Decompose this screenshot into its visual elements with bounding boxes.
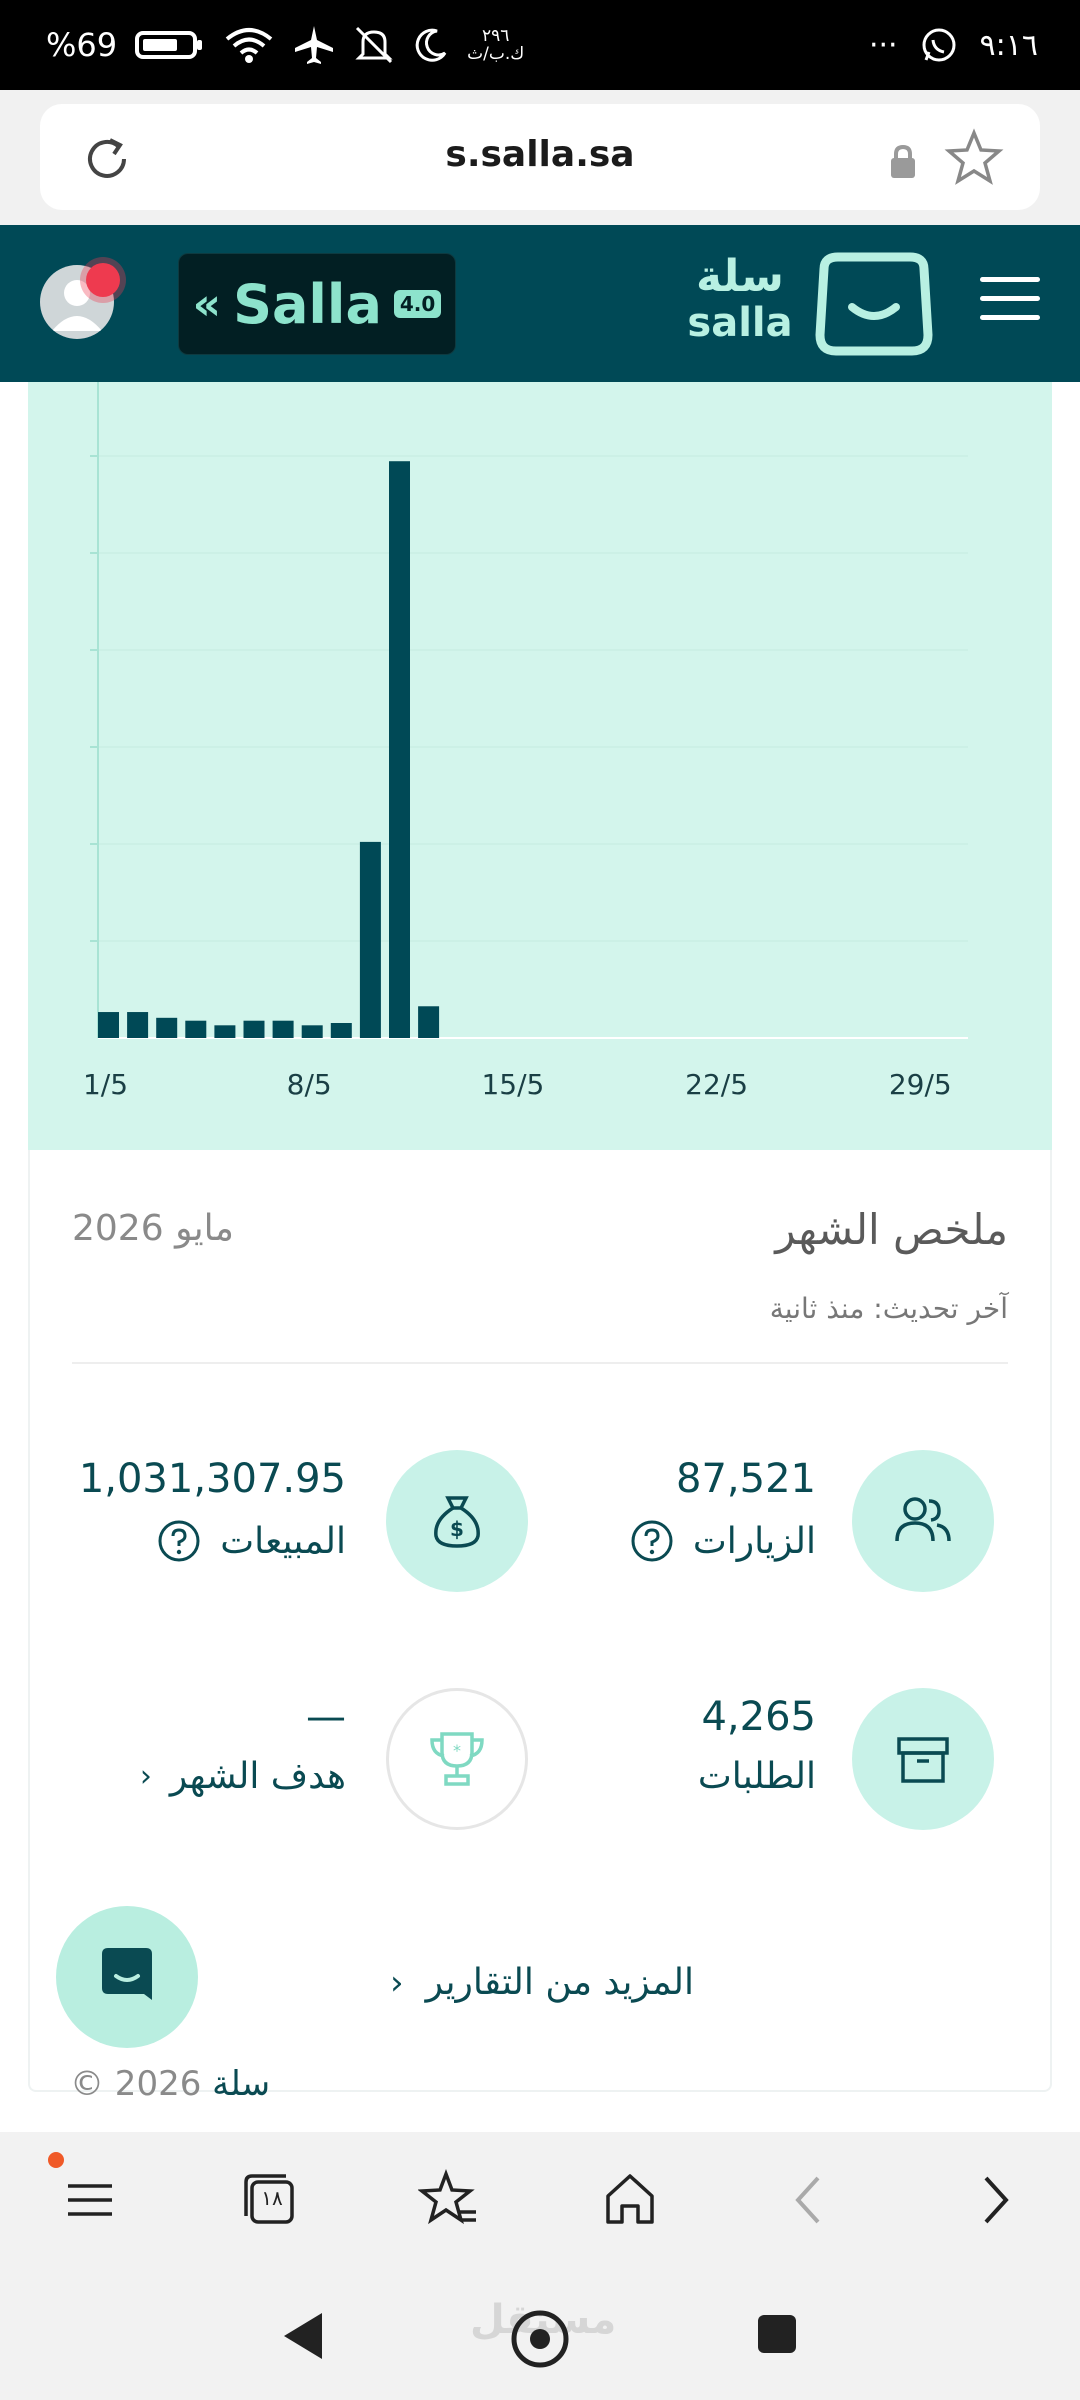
x-tick-label: 29/5: [889, 1068, 952, 1101]
network-speed-unit: ك.ب/ث: [467, 44, 525, 64]
orders-value: 4,265: [701, 1694, 816, 1740]
x-tick-label: 8/5: [287, 1068, 332, 1101]
sales-icon-circle: $: [386, 1450, 528, 1592]
visits-icon-circle: [852, 1450, 994, 1592]
chat-support-button[interactable]: [56, 1906, 198, 2048]
sales-label-row: المبيعات: [156, 1518, 346, 1564]
summary-month: مايو 2026: [72, 1208, 234, 1249]
network-speed: ٢٩٦ ك.ب/ث: [467, 27, 524, 63]
x-tick-label: 1/5: [83, 1068, 128, 1101]
daily-chart: 1/5 8/5 15/5 22/5 29/5: [28, 382, 1052, 1150]
tabs-button[interactable]: ١٨: [238, 2168, 302, 2232]
home-icon[interactable]: [598, 2168, 662, 2232]
orders-label: الطلبات: [697, 1756, 816, 1797]
double-chevron-icon: «: [192, 278, 222, 330]
badge-version: 4.0: [393, 290, 442, 318]
chart-bar-3-5[interactable]: [156, 1017, 178, 1038]
chart-bar-8-5[interactable]: [301, 1025, 323, 1038]
browser-toolbar: s.salla.sa: [0, 90, 1080, 225]
chart-bar-7-5[interactable]: [272, 1020, 294, 1038]
more-reports-link[interactable]: المزيد من التقارير ‹: [390, 1962, 694, 2003]
chart-bar-12-5[interactable]: [418, 1006, 440, 1038]
lock-icon: [891, 144, 915, 178]
chevron-left-icon: ‹: [390, 1962, 404, 2003]
users-icon: [895, 1497, 951, 1542]
visits-value: 87,521: [676, 1456, 816, 1502]
moon-icon: [415, 28, 447, 62]
logo-english: salla: [687, 300, 793, 346]
notification-dot: [86, 263, 120, 297]
menu-icon[interactable]: [58, 2168, 122, 2232]
menu-icon[interactable]: [980, 277, 1040, 327]
bookmarks-icon[interactable]: [418, 2168, 482, 2232]
salla-logo-text: سلة salla: [680, 251, 800, 346]
battery-percent: %69: [46, 26, 118, 64]
footer-brand: سلة: [212, 2064, 271, 2104]
chart-svg: 1/5 8/5 15/5 22/5 29/5: [83, 382, 968, 1101]
x-tick-label: 15/5: [481, 1068, 544, 1101]
status-bar: %69 ٢٩٦ ك.ب/ث ··· ٩:١٦: [0, 0, 1080, 90]
forward-icon[interactable]: [962, 2168, 1026, 2232]
trophy-icon: *: [430, 1732, 484, 1786]
chart-bar-4-5[interactable]: [185, 1020, 207, 1038]
divider: [72, 1362, 1008, 1364]
svg-text:$: $: [450, 1517, 464, 1541]
battery-icon: [135, 31, 203, 59]
box-icon: [897, 1737, 949, 1783]
mute-icon: [355, 26, 393, 64]
system-home-icon[interactable]: [508, 2307, 572, 2371]
chart-bar-1-5[interactable]: [98, 1012, 119, 1038]
visits-label-row: الزيارات: [629, 1518, 816, 1564]
orders-icon-circle: [852, 1688, 994, 1830]
goal-value: —: [306, 1694, 346, 1740]
chart-bar-2-5[interactable]: [127, 1012, 149, 1038]
logo-arabic: سلة: [696, 251, 784, 302]
system-nav-bar: مستقل: [0, 2267, 1080, 2400]
chart-bar-5-5[interactable]: [214, 1025, 236, 1038]
status-right: ··· ٩:١٦: [869, 22, 1038, 68]
svg-text:*: *: [453, 1741, 461, 1760]
sales-label: المبيعات: [220, 1520, 346, 1562]
bookmark-star-icon[interactable]: [944, 128, 1004, 188]
help-icon[interactable]: [629, 1518, 675, 1564]
back-icon[interactable]: [778, 2168, 842, 2232]
status-left: %69 ٢٩٦ ك.ب/ث: [46, 22, 524, 68]
salla-version-badge[interactable]: « Salla 4.0: [178, 253, 456, 355]
address-bar[interactable]: s.salla.sa: [40, 104, 1040, 210]
system-recents-icon[interactable]: [754, 2311, 800, 2357]
goal-icon-circle[interactable]: *: [386, 1688, 528, 1830]
clock: ٩:١٦: [979, 27, 1038, 63]
help-icon[interactable]: [156, 1518, 202, 1564]
more-notifications: ···: [868, 27, 898, 63]
footer-year: © 2026: [70, 2064, 202, 2104]
app-header: « Salla 4.0 سلة salla: [0, 225, 1080, 382]
chart-bar-10-5[interactable]: [359, 841, 381, 1038]
goal-link[interactable]: هدف الشهر ‹: [140, 1756, 346, 1797]
salla-logo-icon[interactable]: [810, 249, 938, 359]
badge-text: Salla: [233, 272, 382, 336]
browser-bottom-nav: ١٨: [0, 2132, 1080, 2267]
menu-notification-dot: [48, 2152, 64, 2168]
chart-bar-9-5[interactable]: [330, 1023, 352, 1038]
last-updated: آخر تحديث: منذ ثانية: [769, 1292, 1008, 1325]
chart-bar-11-5[interactable]: [389, 461, 410, 1038]
chart-bar-6-5[interactable]: [243, 1020, 265, 1038]
chevron-left-icon: ‹: [139, 1759, 152, 1794]
airplane-icon: [295, 26, 334, 64]
sales-value: 1,031,307.95: [78, 1456, 346, 1502]
wifi-icon: [225, 28, 273, 63]
summary-title: ملخص الشهر: [775, 1205, 1008, 1254]
money-bag-icon: $: [434, 1496, 480, 1548]
footer-copyright: © 2026 سلة: [70, 2064, 270, 2104]
chat-icon: [102, 1948, 152, 2000]
more-reports-label[interactable]: المزيد من التقارير: [426, 1962, 694, 2003]
system-back-icon[interactable]: [278, 2309, 328, 2363]
visits-label: الزيارات: [692, 1520, 816, 1562]
x-tick-label: 22/5: [685, 1068, 748, 1101]
network-speed-value: ٢٩٦: [482, 26, 510, 46]
tab-count: ١٨: [261, 2186, 283, 2210]
goal-label[interactable]: هدف الشهر: [170, 1756, 346, 1797]
whatsapp-icon: [922, 28, 956, 62]
